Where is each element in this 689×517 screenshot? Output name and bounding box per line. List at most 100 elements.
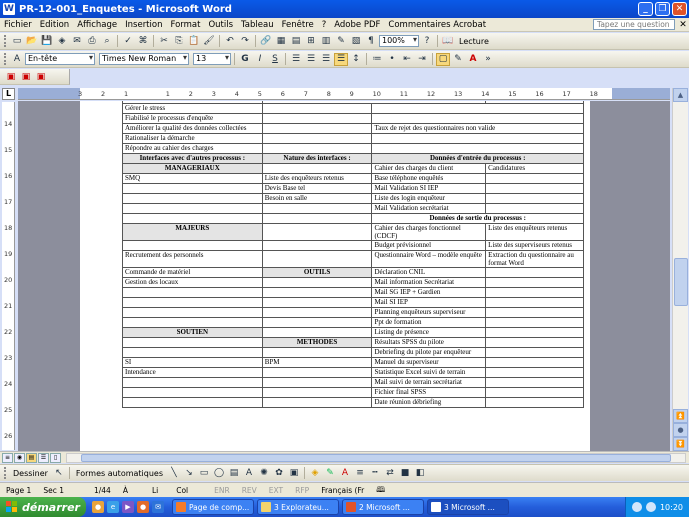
table-cell[interactable]: [261, 327, 373, 338]
align-right-icon[interactable]: ☰: [319, 53, 333, 66]
table-cell[interactable]: Taux de rejet des questionnaires non val…: [371, 123, 584, 134]
table-cell[interactable]: Ppt de formation: [371, 317, 487, 328]
justify-icon[interactable]: ☰: [334, 52, 348, 66]
table-cell[interactable]: Répondre au cahier des charges: [122, 143, 263, 154]
table-cell[interactable]: [122, 397, 263, 408]
table-cell[interactable]: [122, 307, 263, 318]
start-button[interactable]: démarrer: [0, 497, 86, 517]
toolbar-grip[interactable]: [4, 53, 7, 65]
table-cell[interactable]: [261, 387, 373, 398]
format-painter-icon[interactable]: 🖌: [202, 35, 216, 48]
arrow-icon[interactable]: ↘: [182, 467, 196, 480]
cut-icon[interactable]: ✂: [157, 35, 171, 48]
table-cell[interactable]: [122, 347, 263, 358]
table-cell[interactable]: Liste des superviseurs retenus: [485, 240, 584, 251]
clipart-icon[interactable]: ✿: [272, 467, 286, 480]
draw-menu-button[interactable]: Dessiner: [10, 469, 51, 478]
shadow-icon[interactable]: ■: [398, 467, 412, 480]
section-manageriaux[interactable]: MANAGERIAUX: [122, 163, 263, 174]
taskbar-item-word[interactable]: 3 Microsoft ...: [427, 499, 509, 515]
table-cell[interactable]: [261, 133, 373, 144]
toolbar-grip[interactable]: [4, 35, 7, 47]
numbering-icon[interactable]: ≔: [370, 53, 384, 66]
table-cell[interactable]: [485, 193, 584, 204]
section-soutien[interactable]: SOUTIEN: [122, 327, 263, 338]
menu-commentaires-acrobat[interactable]: Commentaires Acrobat: [384, 20, 490, 30]
table-cell[interactable]: Questionnaire Word – modèle enquête: [371, 250, 487, 268]
style-select[interactable]: En-tête: [25, 53, 95, 65]
wordart-icon[interactable]: A: [242, 467, 256, 480]
table-cell[interactable]: [122, 183, 263, 194]
status-rfp[interactable]: RFP: [289, 486, 315, 495]
table-cell[interactable]: [122, 387, 263, 398]
help-icon[interactable]: ?: [420, 35, 434, 48]
zoom-select[interactable]: 100%: [379, 35, 419, 47]
next-page-icon[interactable]: ⏬: [673, 437, 688, 451]
print-preview-icon[interactable]: ⌕: [100, 35, 114, 48]
horizontal-scrollbar[interactable]: [66, 452, 686, 463]
new-document-icon[interactable]: ▭: [10, 35, 24, 48]
scroll-up-icon[interactable]: ▲: [673, 88, 688, 102]
menu-insertion[interactable]: Insertion: [121, 20, 166, 30]
browse-object-icon[interactable]: ●: [673, 423, 688, 437]
tab-selector[interactable]: L: [2, 88, 15, 100]
bullets-icon[interactable]: •: [385, 53, 399, 66]
table-cell[interactable]: [261, 213, 373, 224]
toolbar-grip[interactable]: [4, 467, 7, 479]
taskbar-item-explorer[interactable]: 3 Explorateu...: [257, 499, 339, 515]
diagram-icon[interactable]: ✺: [257, 467, 271, 480]
document-map-icon[interactable]: ▧: [349, 35, 363, 48]
table-cell[interactable]: [261, 203, 373, 214]
table-cell[interactable]: [485, 183, 584, 194]
normal-view-icon[interactable]: ≡: [2, 452, 13, 463]
table-cell[interactable]: [485, 377, 584, 388]
interfaces-header[interactable]: Interfaces avec d'autres processus :: [122, 153, 263, 164]
table-cell[interactable]: [485, 203, 584, 214]
font-size-select[interactable]: 13: [193, 53, 231, 65]
document-page[interactable]: Gérer le stress Fiabilisé le processus d'…: [80, 101, 590, 451]
inputs-header[interactable]: Données d'entrée du processus :: [371, 153, 584, 164]
borders-icon[interactable]: ▢: [436, 52, 450, 66]
table-cell[interactable]: [371, 143, 584, 154]
table-cell[interactable]: Debriefing du pilote par enquêteur: [371, 347, 487, 358]
table-cell[interactable]: Liste des enquêteurs retenus: [485, 223, 584, 241]
font-color-icon[interactable]: A: [466, 53, 480, 66]
font-select[interactable]: Times New Roman: [99, 53, 189, 65]
table-cell[interactable]: [122, 377, 263, 388]
table-cell[interactable]: [485, 357, 584, 368]
print-icon[interactable]: ⎙: [85, 35, 99, 48]
table-cell[interactable]: Gestion des locaux: [122, 277, 263, 288]
table-cell[interactable]: [261, 377, 373, 388]
table-cell[interactable]: [122, 317, 263, 328]
menu-edition[interactable]: Edition: [36, 20, 73, 30]
insert-excel-icon[interactable]: ⊞: [304, 35, 318, 48]
line-style-icon[interactable]: ≡: [353, 467, 367, 480]
status-language[interactable]: Français (Fr: [315, 486, 370, 495]
table-cell[interactable]: Résultats SPSS du pilote: [371, 337, 487, 348]
email-icon[interactable]: ✉: [70, 35, 84, 48]
table-cell[interactable]: [485, 387, 584, 398]
table-cell[interactable]: [261, 240, 373, 251]
table-cell[interactable]: Budget prévisionnel: [371, 240, 487, 251]
autoshapes-button[interactable]: Formes automatiques: [73, 469, 166, 478]
scroll-thumb[interactable]: [674, 258, 688, 306]
table-cell[interactable]: [485, 267, 584, 278]
menu-adobe-pdf[interactable]: Adobe PDF: [330, 20, 384, 30]
menu-outils[interactable]: Outils: [204, 20, 237, 30]
menu-fichier[interactable]: Fichier: [0, 20, 36, 30]
table-cell[interactable]: Fiabilisé le processus d'enquête: [122, 113, 263, 124]
hscroll-thumb[interactable]: [81, 453, 671, 462]
horizontal-ruler[interactable]: 3 2 1 1 2 3 4 5 6 7 8 9 10 11 12 13 14 15 16 17 18: [18, 88, 670, 100]
table-cell[interactable]: Mail Validation secrétariat: [371, 203, 487, 214]
reading-view-icon[interactable]: ▯: [50, 452, 61, 463]
menu-help[interactable]: ?: [318, 20, 331, 30]
web-view-icon[interactable]: ◉: [14, 452, 25, 463]
status-enr[interactable]: ENR: [194, 486, 236, 495]
select-objects-icon[interactable]: ↖: [52, 467, 66, 480]
picture-icon[interactable]: ▣: [287, 467, 301, 480]
media-icon[interactable]: ▶: [122, 501, 134, 513]
table-cell[interactable]: Mail SG IEP + Gardien: [371, 287, 487, 298]
table-cell[interactable]: [261, 397, 373, 408]
table-cell[interactable]: [485, 337, 584, 348]
textbox-icon[interactable]: ▤: [227, 467, 241, 480]
